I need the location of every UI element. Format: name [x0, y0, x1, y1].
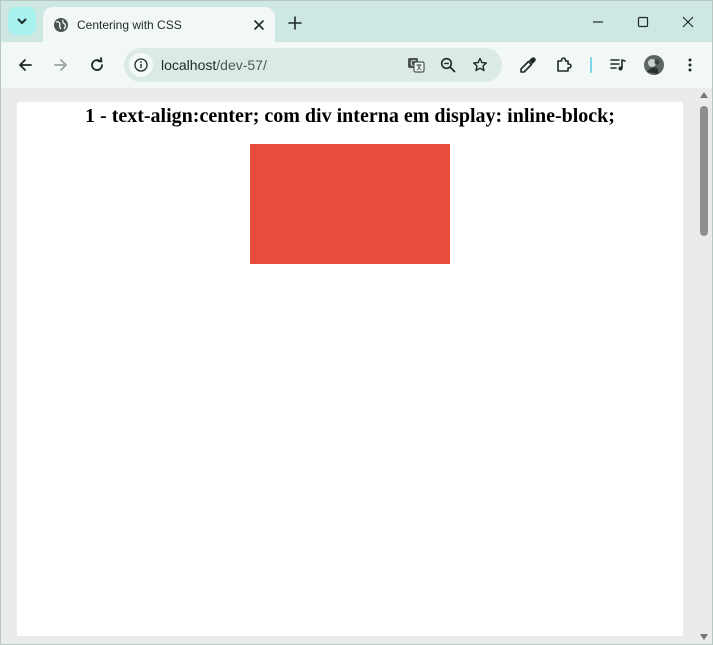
scroll-up-arrow-icon[interactable] [700, 92, 708, 98]
zoom-button[interactable] [434, 51, 462, 79]
tab-search-button[interactable] [8, 7, 36, 35]
eyedropper-button[interactable] [514, 51, 542, 79]
url-text[interactable]: localhost/dev-57/ [161, 57, 402, 73]
avatar-icon [644, 55, 664, 75]
minimize-button[interactable] [576, 7, 620, 37]
page-heading: 1 - text-align:center; com div interna e… [85, 105, 615, 127]
url-path: /dev-57/ [216, 57, 267, 73]
translate-button[interactable]: G [402, 51, 430, 79]
minimize-icon [593, 21, 603, 23]
eyedropper-icon [520, 57, 536, 73]
extensions-button[interactable] [550, 51, 578, 79]
plus-icon [288, 16, 302, 30]
centered-box [250, 144, 450, 264]
star-icon [473, 57, 487, 72]
bookmark-button[interactable] [466, 51, 494, 79]
vertical-scrollbar[interactable] [697, 88, 711, 644]
media-control-icon [610, 59, 626, 71]
new-tab-button[interactable] [283, 11, 307, 35]
globe-icon [53, 17, 69, 33]
maximize-button[interactable] [621, 7, 665, 37]
browser-window: Centering with CSS localhost/dev-57/ G 1… [0, 0, 713, 645]
page-viewport: 1 - text-align:center; com div interna e… [1, 88, 712, 644]
arrow-left-icon [19, 59, 32, 71]
maximize-icon [637, 16, 649, 28]
info-icon [134, 58, 148, 72]
translate-icon: G [408, 58, 425, 73]
media-control-button[interactable] [604, 51, 632, 79]
page-content: 1 - text-align:center; com div interna e… [17, 102, 683, 636]
main-menu-button[interactable] [676, 51, 704, 79]
site-info-button[interactable] [129, 53, 153, 77]
reload-icon [91, 57, 103, 71]
kebab-menu-icon [688, 58, 692, 72]
close-icon [254, 19, 264, 30]
forward-button[interactable] [47, 51, 75, 79]
chevron-down-icon [17, 18, 27, 24]
url-host: localhost [161, 57, 217, 73]
window-close-button[interactable] [666, 7, 710, 37]
profile-button[interactable] [640, 51, 668, 79]
toolbar: localhost/dev-57/ G [1, 42, 712, 88]
arrow-right-icon [54, 59, 67, 71]
tab-title: Centering with CSS [77, 17, 182, 32]
address-bar[interactable]: localhost/dev-57/ G [124, 48, 502, 82]
back-button[interactable] [11, 51, 39, 79]
tab-close-button[interactable] [249, 15, 269, 35]
reload-button[interactable] [83, 51, 111, 79]
scroll-down-arrow-icon[interactable] [700, 634, 708, 640]
tab-strip: Centering with CSS [1, 1, 712, 42]
close-icon [682, 16, 694, 28]
puzzle-icon [557, 57, 572, 72]
scrollbar-thumb[interactable] [700, 106, 708, 236]
toolbar-divider [590, 57, 592, 73]
tab-active[interactable]: Centering with CSS [43, 7, 275, 42]
zoom-out-icon [440, 57, 456, 73]
